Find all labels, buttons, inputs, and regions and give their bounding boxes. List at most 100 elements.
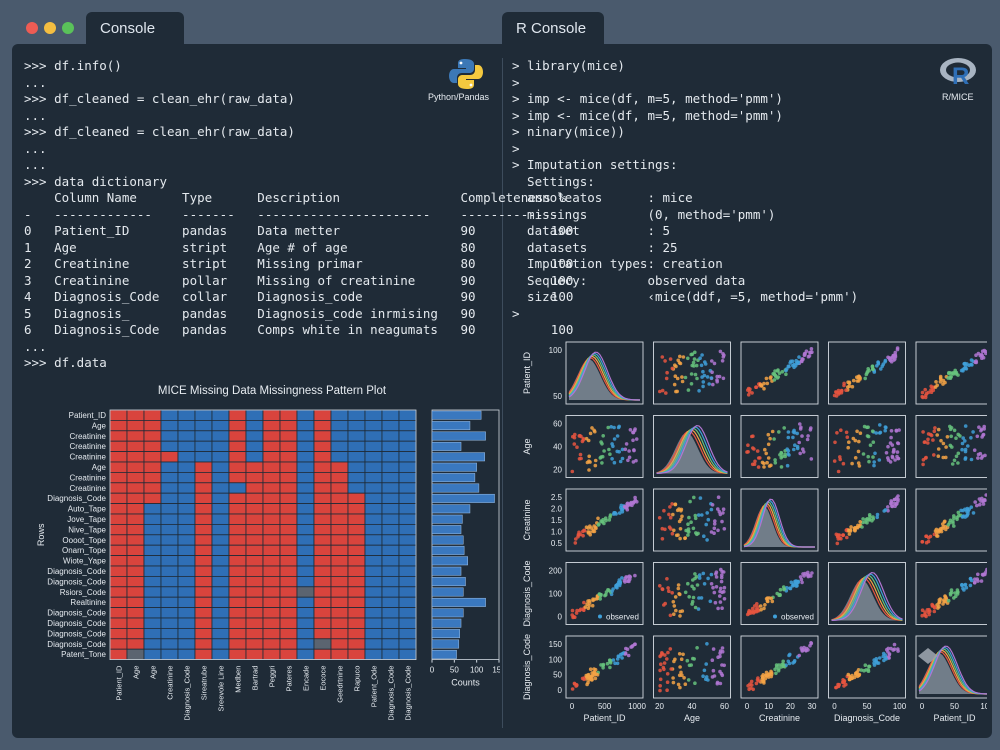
heatmap-cell: [398, 575, 417, 588]
count-bar: [431, 597, 486, 607]
scatter-point: [973, 500, 977, 504]
scatter-point: [798, 427, 803, 431]
heatmap-cell: [279, 638, 298, 650]
r-console-output[interactable]: > library(mice) > > imp <- mice(df, m=5, m…: [512, 58, 858, 322]
scatter-point: [889, 429, 894, 433]
scatter-point: [802, 574, 806, 578]
scatter-point: [794, 582, 799, 586]
pairs-plot-matrix: 50100Patient_ID204060Age0.51.01.52.02.5C…: [522, 341, 987, 723]
heatmap-cell: [381, 586, 400, 598]
scatter-point: [658, 668, 662, 673]
scatter-point: [781, 659, 785, 664]
heatmap-cell: [177, 565, 196, 577]
heatmap-cell: [228, 451, 247, 463]
heatmap-cell: [296, 409, 315, 421]
scatter-point: [763, 676, 768, 681]
scatter-point: [702, 668, 707, 673]
heatmap-cell: [330, 440, 349, 453]
scatter-point: [593, 458, 598, 463]
heatmap-cell: [245, 482, 264, 494]
scatter-point: [797, 355, 801, 359]
scatter-point: [711, 382, 715, 387]
heatmap-cell: [296, 461, 315, 473]
scatter-point: [665, 672, 670, 676]
scatter-point: [978, 353, 983, 358]
console-line: > imp <- mice(df, m=5, method='pmm'): [512, 91, 783, 106]
y-tick-label: 0: [558, 613, 563, 622]
heatmap-cell: [262, 648, 281, 661]
scatter-point: [665, 577, 669, 581]
console-line: 4 Diagnosis_Code collar Diagnosis_code 9…: [24, 289, 574, 304]
scatter-point: [749, 679, 754, 684]
heatmap-cell: [279, 627, 298, 640]
heatmap-cell: [398, 607, 417, 619]
pair-panel: [653, 562, 731, 625]
scatter-point: [921, 430, 925, 434]
scatter-point: [700, 513, 704, 517]
scatter-point: [785, 463, 790, 468]
scatter-point: [711, 647, 716, 651]
minimize-window-button[interactable]: [44, 22, 56, 34]
tab-r-console[interactable]: R Console: [502, 12, 604, 45]
scatter-point: [920, 540, 925, 544]
y-tick-label: 1.0: [551, 528, 563, 537]
count-bar: [431, 629, 460, 639]
heatmap-cell: [211, 617, 230, 629]
scatter-point: [721, 507, 726, 511]
scatter-point: [944, 596, 948, 600]
tab-console[interactable]: Console: [86, 12, 184, 45]
scatter-point: [590, 677, 594, 682]
scatter-point: [764, 376, 769, 381]
scatter-point: [633, 495, 637, 500]
scatter-point: [949, 434, 953, 439]
scatter-point: [693, 350, 697, 355]
heatmap-cell: [279, 461, 298, 473]
scatter-point: [668, 357, 673, 361]
close-window-button[interactable]: [26, 22, 38, 34]
scatter-point: [683, 682, 688, 686]
scatter-point: [618, 459, 623, 464]
scatter-point: [756, 465, 761, 469]
heatmap-cell: [211, 648, 230, 661]
python-console-output[interactable]: >>> df.info()... >>> df_cleaned = clean_e…: [24, 58, 573, 372]
heatmap-cell: [296, 503, 315, 515]
scatter-point: [762, 606, 766, 611]
scatter-point: [701, 571, 706, 576]
heatmap-cell: [347, 638, 366, 650]
scatter-point: [581, 529, 585, 534]
heatmap-cell: [296, 472, 315, 484]
scatter-point: [788, 652, 792, 657]
scatter-point: [714, 585, 719, 589]
heatmap-cell: [347, 596, 366, 608]
row-label: Diagnosis_Code: [47, 619, 106, 628]
heatmap-cell: [347, 534, 366, 546]
heatmap-cell: [313, 430, 332, 442]
heatmap-cell: [211, 440, 230, 453]
heatmap-cell: [109, 420, 128, 432]
x-axis-label: Diagnosis_Code: [834, 713, 900, 723]
heatmap-cell: [296, 492, 315, 504]
y-axis-label: Diagnosis_Code: [522, 634, 532, 700]
scatter-point: [954, 436, 958, 440]
scatter-point: [762, 465, 766, 469]
scatter-point: [777, 663, 781, 667]
scatter-point: [620, 456, 625, 461]
scatter-point: [938, 376, 943, 380]
maximize-window-button[interactable]: [62, 22, 74, 34]
scatter-point: [966, 444, 970, 448]
scatter-point: [625, 647, 630, 651]
heatmap-cell: [296, 440, 315, 453]
scatter-point: [878, 423, 882, 427]
scatter-point: [673, 595, 678, 599]
scatter-point: [674, 608, 678, 613]
heatmap-cell: [143, 523, 162, 536]
scatter-point: [892, 447, 896, 452]
heatmap-cell: [279, 513, 298, 525]
scatter-point: [805, 437, 810, 442]
heatmap-cell: [364, 627, 383, 640]
scatter-point: [692, 357, 697, 361]
scatter-point: [664, 376, 669, 381]
scatter-point: [679, 508, 683, 513]
heatmap-cell: [177, 409, 196, 421]
heatmap-cell: [245, 607, 264, 619]
